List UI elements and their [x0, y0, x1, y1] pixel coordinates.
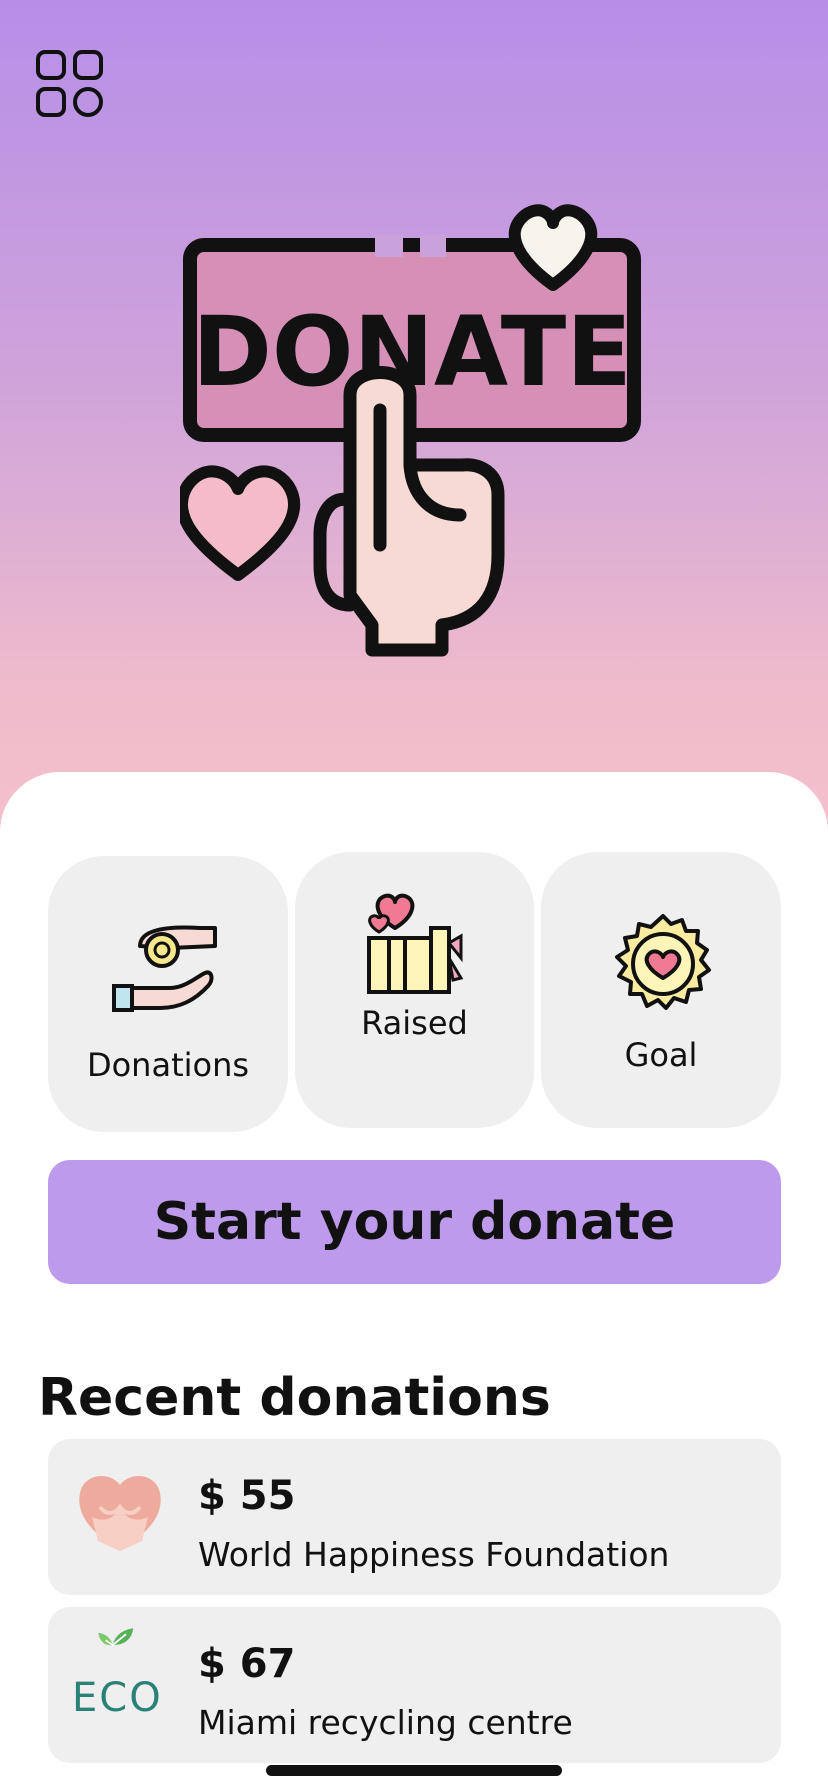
home-indicator[interactable] — [266, 1765, 562, 1776]
stat-label-donations: Donations — [86, 1046, 250, 1084]
heart-badge-icon — [615, 914, 711, 1010]
hand-coin-icon — [112, 925, 217, 1012]
stat-card-donations[interactable]: Donations — [48, 856, 288, 1132]
donation-organization: World Happiness Foundation — [198, 1535, 670, 1574]
stat-label-goal: Goal — [624, 1036, 698, 1074]
hands-heart-logo — [79, 1475, 161, 1551]
stat-card-goal[interactable]: Goal — [541, 852, 781, 1128]
start-donate-button[interactable]: Start your donate — [48, 1160, 781, 1284]
stat-card-raised[interactable]: Raised — [295, 852, 534, 1128]
stat-label-raised: Raised — [361, 1004, 468, 1042]
donation-organization: Miami recycling centre — [198, 1703, 573, 1742]
donation-amount: $ 55 — [198, 1473, 296, 1519]
donate-illustration: DONATE — [180, 204, 641, 657]
donation-item[interactable]: $ 55 World Happiness Foundation — [48, 1439, 781, 1595]
menu-grid-icon[interactable] — [36, 50, 108, 122]
donation-item[interactable]: ECO $ 67 Miami recycling centre — [48, 1607, 781, 1763]
eco-logo-text: ECO — [72, 1675, 163, 1721]
donation-amount: $ 67 — [198, 1641, 296, 1687]
gift-hearts-icon — [367, 893, 464, 994]
recent-donations-title: Recent donations — [38, 1368, 551, 1428]
hero-banner: DONATE — [0, 0, 828, 830]
